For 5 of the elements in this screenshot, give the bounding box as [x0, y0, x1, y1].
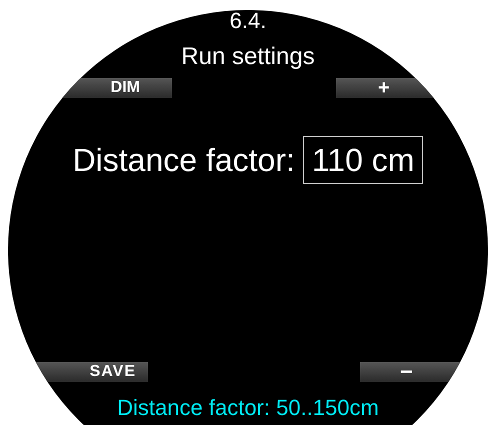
setting-label: Distance factor: [72, 142, 295, 178]
section-number: 6.4. [230, 10, 266, 32]
range-hint: Distance factor: 50..150cm [117, 395, 379, 421]
value-field[interactable]: 110 cm [302, 136, 424, 184]
screen-title: Run settings [181, 44, 315, 70]
